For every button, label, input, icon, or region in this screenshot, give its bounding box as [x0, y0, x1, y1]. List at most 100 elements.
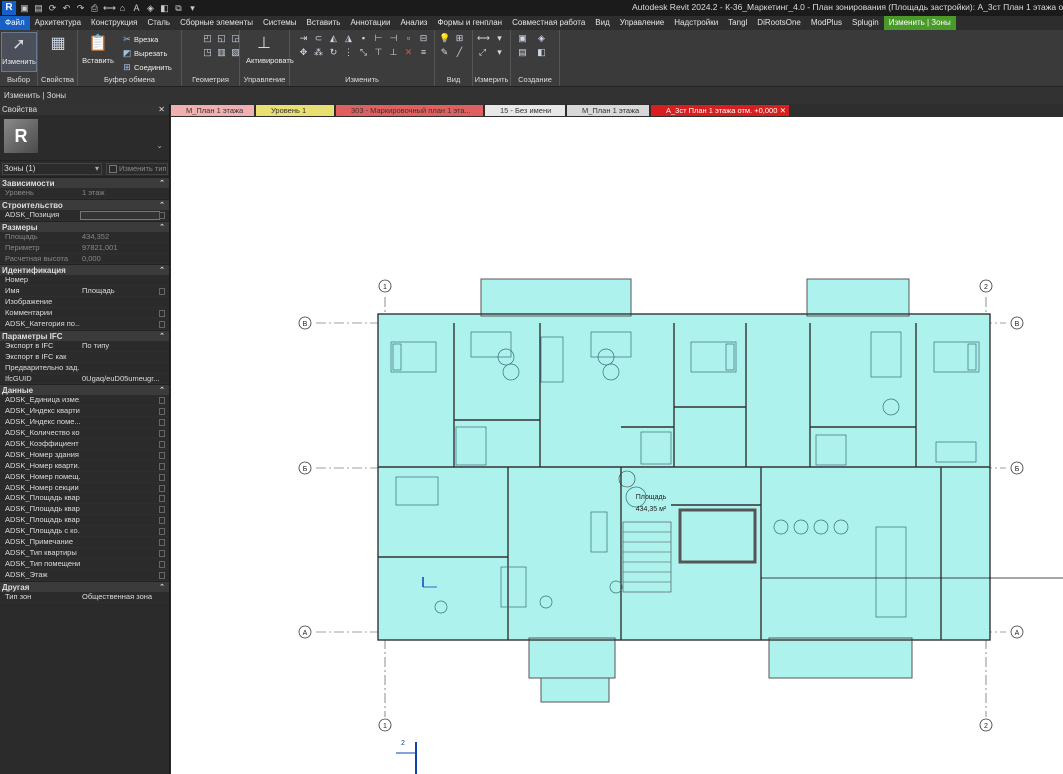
property-group-header[interactable]: Зависимости ⌃	[0, 177, 169, 188]
property-row[interactable]: ADSK_Номер помещ...	[0, 472, 169, 483]
ribbon-tab-11[interactable]: Вид	[590, 16, 614, 30]
property-row[interactable]: ADSK_Площадь квар...	[0, 515, 169, 527]
property-group-header[interactable]: Другая ⌃	[0, 580, 169, 592]
ribbon-tab-12[interactable]: Управление	[615, 16, 669, 30]
ribbon-tab-15[interactable]: DiRootsOne	[752, 16, 806, 30]
create-similar-icon[interactable]: ◧	[536, 47, 547, 58]
close-windows-icon[interactable]: ⧉	[173, 3, 184, 14]
property-group-header[interactable]: Строительство ⌃	[0, 198, 169, 210]
ribbon-tab-9[interactable]: Формы и генплан	[432, 16, 507, 30]
property-row[interactable]: ADSK_Номер здания	[0, 450, 169, 461]
associate-parameter-button[interactable]	[159, 528, 165, 536]
chevron-down-icon[interactable]: ⌄	[156, 141, 163, 150]
cutout-button[interactable]: ◩ Вырезать	[122, 47, 168, 59]
ribbon-tab-8[interactable]: Анализ	[395, 16, 432, 30]
ribbon-tab-4[interactable]: Сборные элементы	[175, 16, 258, 30]
array-icon[interactable]: ⋮	[343, 47, 354, 58]
associate-parameter-button[interactable]	[159, 211, 165, 219]
match-icon[interactable]: ≡	[418, 47, 429, 58]
revit-logo[interactable]: R	[2, 1, 16, 15]
join-button[interactable]: ⊞ Соединить	[122, 61, 172, 73]
property-row[interactable]: Номер	[0, 275, 169, 287]
move-icon[interactable]: ✥	[298, 47, 309, 58]
geometry-tool-icon[interactable]: ◰	[202, 33, 213, 44]
ribbon-tab-14[interactable]: Tangl	[723, 16, 752, 30]
unpin-icon[interactable]: ⊤	[373, 47, 384, 58]
property-value[interactable]: 0Ugaq/euD05umeugr...	[82, 374, 160, 385]
property-row[interactable]: ADSK_Категория по...	[0, 319, 169, 330]
offset-icon[interactable]: ⊂	[313, 33, 324, 44]
instance-filter-dropdown[interactable]: Зоны (1) ▾	[2, 163, 102, 175]
zone-region[interactable]	[377, 313, 991, 641]
undo-icon[interactable]: ↶	[61, 3, 72, 14]
dropdown-icon[interactable]: ▾	[494, 47, 505, 58]
split-icon[interactable]: ▪	[358, 33, 369, 44]
associate-parameter-button[interactable]	[159, 441, 165, 449]
section-icon[interactable]: ◧	[159, 3, 170, 14]
ribbon-tab-1[interactable]: Архитектура	[30, 16, 86, 30]
property-row[interactable]: Имя Площадь	[0, 286, 169, 298]
override-icon[interactable]: ⊞	[454, 33, 465, 44]
associate-parameter-button[interactable]	[159, 451, 165, 459]
associate-parameter-button[interactable]	[159, 539, 165, 547]
associate-parameter-button[interactable]	[159, 517, 165, 525]
text-icon[interactable]: A	[131, 3, 142, 14]
associate-parameter-button[interactable]	[159, 560, 165, 568]
property-group-header[interactable]: Параметры IFC ⌃	[0, 329, 169, 341]
property-value-input[interactable]	[80, 210, 160, 220]
property-row[interactable]: ADSK_Индекс кварти...	[0, 406, 169, 418]
create-group-icon[interactable]: ▤	[517, 47, 528, 58]
property-row[interactable]: Тип зон Общественная зона	[0, 592, 169, 603]
redo-icon[interactable]: ↷	[75, 3, 86, 14]
property-row[interactable]: Периметр 97821,001	[0, 243, 169, 254]
associate-parameter-button[interactable]	[159, 321, 165, 329]
create-parts-icon[interactable]: ◈	[536, 33, 547, 44]
associate-parameter-button[interactable]	[159, 484, 165, 492]
ribbon-tab-0[interactable]: Файл	[0, 16, 30, 30]
edit-type-button[interactable]: Изменить тип	[106, 163, 168, 175]
property-row[interactable]: Предварительно зад...	[0, 363, 169, 374]
type-selector[interactable]: R ⌄	[0, 115, 169, 161]
drawing-canvas[interactable]: 1 2 1 2 В В Б Б А А Площадь 434,35 м² 2	[171, 117, 1063, 774]
associate-parameter-button[interactable]	[159, 506, 165, 514]
property-row[interactable]: ADSK_Индекс поме...	[0, 417, 169, 429]
property-row[interactable]: ADSK_Номер секции	[0, 483, 169, 494]
property-row[interactable]: Уровень 1 этаж	[0, 188, 169, 199]
geometry-tool-icon[interactable]: ◳	[202, 47, 213, 58]
tag-icon[interactable]: ⌂	[117, 3, 128, 14]
close-icon[interactable]: ✕	[158, 104, 165, 115]
property-row[interactable]: Расчетная высота 0,000	[0, 254, 169, 265]
property-value[interactable]: Общественная зона	[82, 592, 160, 603]
property-group-header[interactable]: Идентификация ⌃	[0, 264, 169, 276]
pin-icon[interactable]: ⊟	[418, 33, 429, 44]
mirror-icon[interactable]: ◭	[328, 33, 339, 44]
lightbulb-icon[interactable]: 💡	[439, 33, 450, 44]
property-row[interactable]: ADSK_Этаж	[0, 570, 169, 581]
view-tab[interactable]: А_3ст План 1 этажа отм. +0,000 ✕	[651, 105, 789, 116]
view-tab[interactable]: Уровень 1	[256, 105, 334, 116]
ribbon-tab-7[interactable]: Аннотации	[345, 16, 395, 30]
sync-icon[interactable]: ⟳	[47, 3, 58, 14]
brush-icon[interactable]: ✎	[439, 47, 450, 58]
property-row[interactable]: ADSK_Примечание	[0, 537, 169, 548]
property-row[interactable]: ADSK_Площадь квар...	[0, 493, 169, 505]
trim-icon[interactable]: ⊢	[373, 33, 384, 44]
linework-icon[interactable]: ╱	[454, 47, 465, 58]
create-assembly-icon[interactable]: ▣	[517, 33, 528, 44]
ribbon-tab-2[interactable]: Конструкция	[86, 16, 142, 30]
ribbon-tab-16[interactable]: ModPlus	[806, 16, 847, 30]
associate-parameter-button[interactable]	[159, 288, 165, 296]
modify-button[interactable]: ➚ Изменить	[1, 32, 37, 72]
geometry-tool-icon[interactable]: ◱	[216, 33, 227, 44]
associate-parameter-button[interactable]	[159, 408, 165, 416]
3d-view-icon[interactable]: ◈	[145, 3, 156, 14]
view-tab[interactable]: 15 - Без имени	[485, 105, 565, 116]
property-row[interactable]: ADSK_Площадь квар...	[0, 504, 169, 516]
mirror-draw-icon[interactable]: ◮	[343, 33, 354, 44]
paste-button[interactable]: 📋 Вставить	[80, 32, 116, 72]
associate-parameter-button[interactable]	[159, 571, 165, 579]
save-icon[interactable]: ▣	[19, 3, 30, 14]
select-dropdown[interactable]: Выбор	[0, 75, 37, 84]
print-icon[interactable]: ⎙	[89, 3, 100, 14]
associate-parameter-button[interactable]	[159, 310, 165, 318]
